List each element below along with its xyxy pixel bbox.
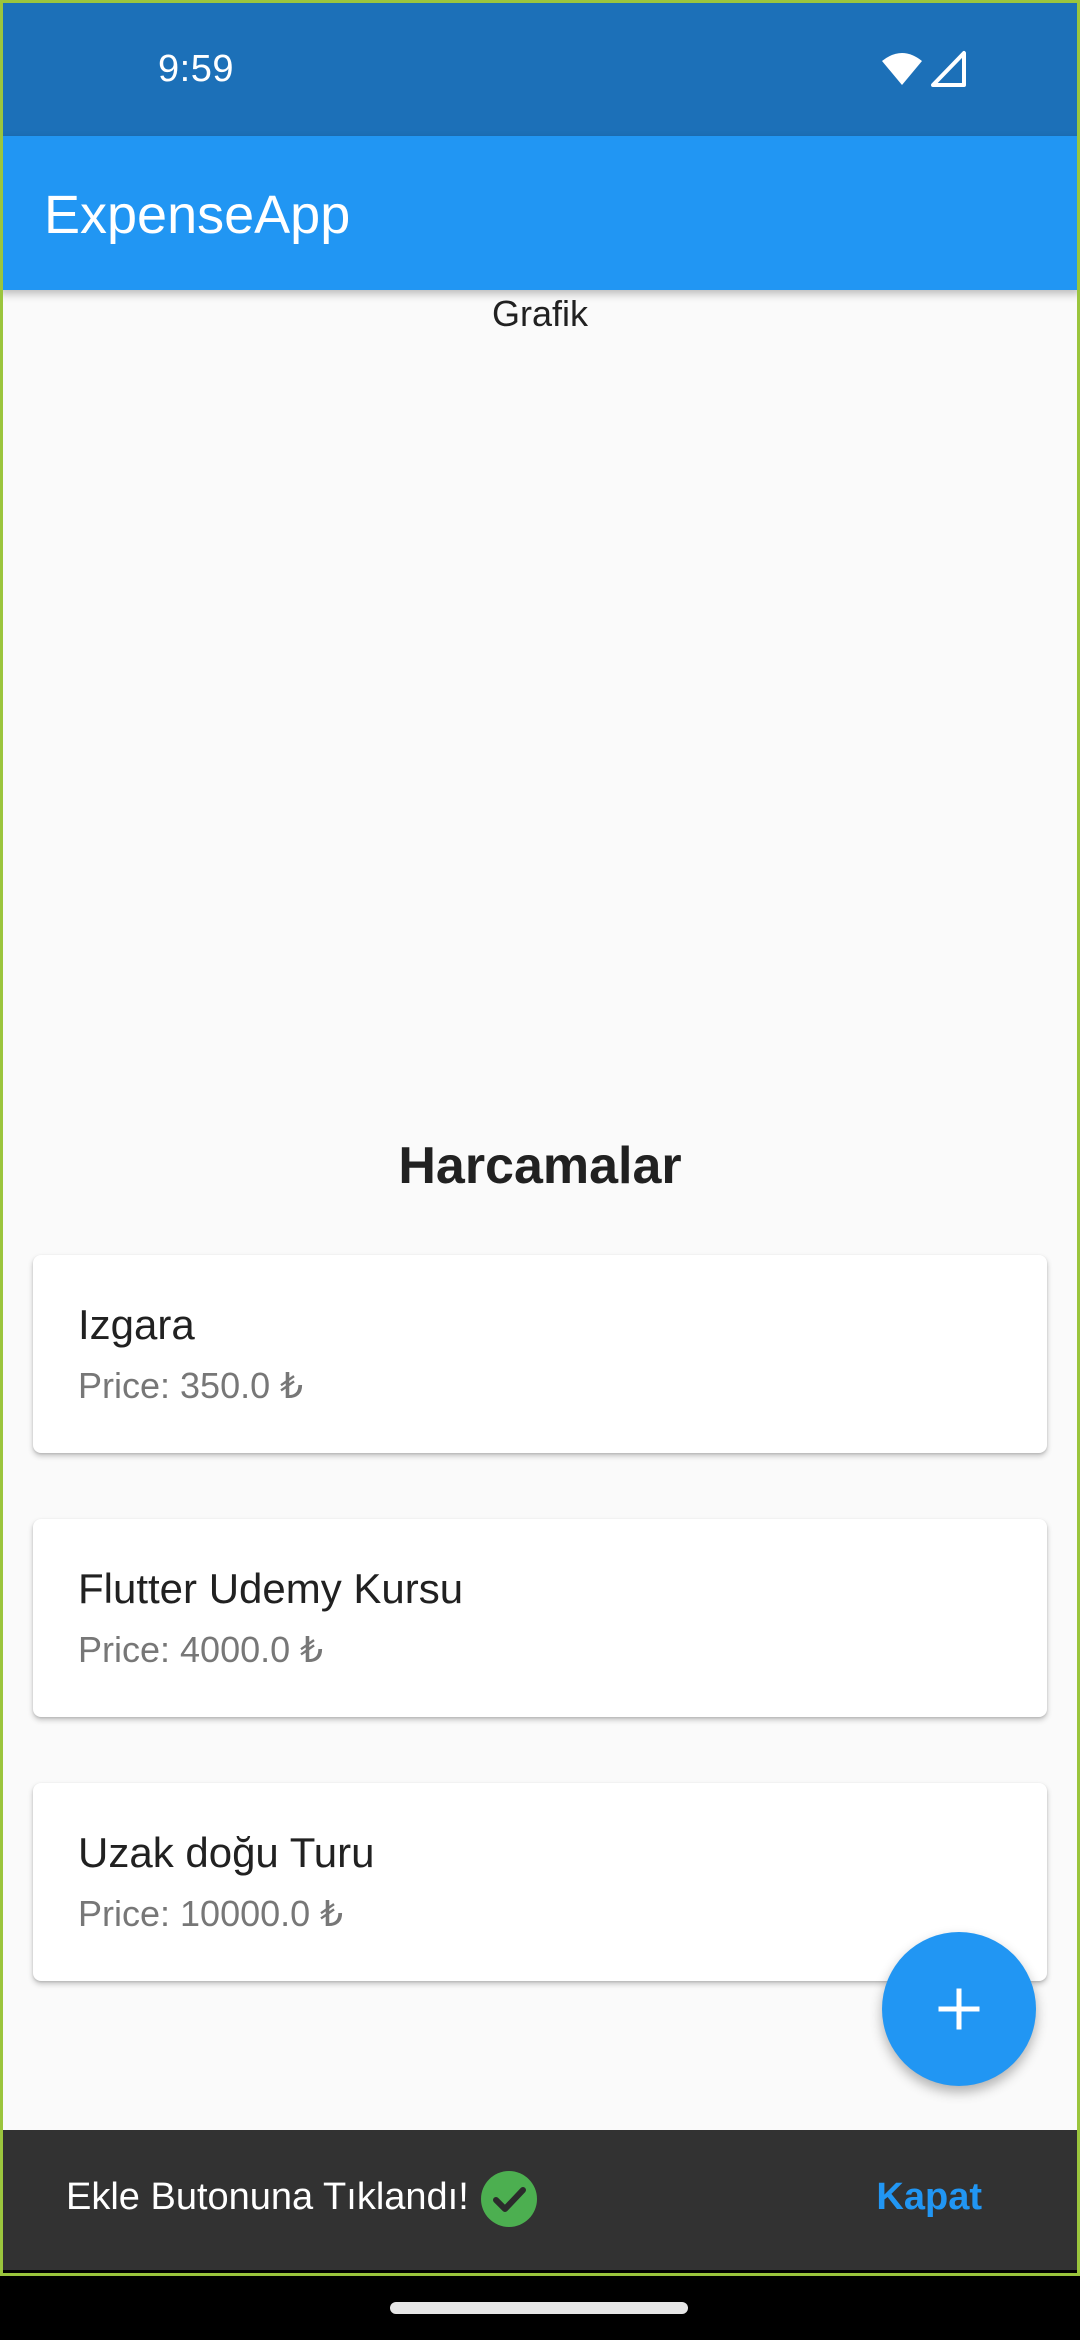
status-time: 9:59	[158, 48, 234, 90]
cellular-signal-icon	[931, 51, 966, 87]
expense-card[interactable]: Izgara Price: 350.0 ₺	[33, 1255, 1047, 1453]
check-circle-icon	[481, 2171, 537, 2227]
expense-title: Uzak doğu Turu	[78, 1829, 375, 1876]
home-gesture-handle[interactable]	[390, 2302, 688, 2314]
status-icons	[880, 50, 968, 88]
app-bar: ExpenseApp	[0, 136, 1080, 290]
expense-price: Price: 350.0 ₺	[78, 1365, 304, 1406]
expenses-heading: Harcamalar	[398, 1137, 682, 1195]
app-screen: 9:59 ExpenseApp Grafik Harcamalar Izgara…	[0, 0, 1080, 2340]
expense-card[interactable]: Uzak doğu Turu Price: 10000.0 ₺	[33, 1783, 1047, 1981]
expense-price: Price: 4000.0 ₺	[78, 1629, 324, 1670]
expense-title: Flutter Udemy Kursu	[78, 1565, 464, 1612]
snackbar-close-button[interactable]: Kapat	[876, 2176, 982, 2219]
expense-card[interactable]: Flutter Udemy Kursu Price: 4000.0 ₺	[33, 1519, 1047, 1717]
snackbar-message: Ekle Butonuna Tıklandı!	[66, 2176, 469, 2218]
wifi-icon	[882, 53, 922, 85]
add-expense-button[interactable]	[882, 1932, 1036, 2086]
expense-title: Izgara	[78, 1301, 195, 1348]
plus-icon	[938, 1988, 980, 2030]
app-title: ExpenseApp	[44, 185, 351, 245]
expense-price: Price: 10000.0 ₺	[78, 1893, 344, 1934]
system-navigation-bar	[0, 2270, 1080, 2340]
status-bar: 9:59	[0, 0, 1080, 136]
chart-placeholder: Grafik	[491, 293, 588, 334]
snackbar: Ekle Butonuna Tıklandı! Kapat	[0, 2130, 1080, 2270]
